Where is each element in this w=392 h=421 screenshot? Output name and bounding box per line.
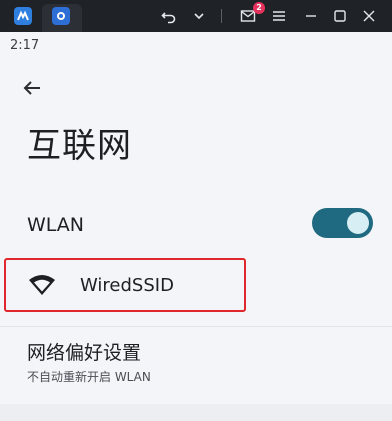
wifi-icon (28, 274, 56, 296)
network-name: WiredSSID (80, 275, 174, 296)
wlan-toggle-row[interactable]: WLAN (0, 198, 392, 254)
toggle-knob (347, 212, 369, 234)
minimize-icon[interactable] (300, 5, 322, 27)
network-preferences-subtitle: 不自动重新开启 WLAN (27, 370, 151, 384)
menu-icon[interactable] (268, 5, 290, 27)
titlebar-separator (221, 9, 222, 23)
network-item[interactable]: WiredSSID (4, 258, 246, 312)
chevron-down-icon[interactable] (188, 5, 210, 27)
maximize-icon[interactable] (329, 5, 351, 27)
android-screen: 2:17 互联网 WLAN WiredSSID 网络偏好设置 不自动重新开启 W… (0, 32, 392, 421)
settings-icon[interactable] (52, 7, 70, 25)
wlan-toggle[interactable] (312, 208, 373, 238)
close-icon[interactable] (358, 5, 380, 27)
app-logo-icon[interactable] (14, 7, 32, 25)
notification-badge: 2 (253, 2, 265, 14)
status-time: 2:17 (10, 38, 40, 53)
undo-icon[interactable] (158, 5, 180, 27)
bottom-strip (0, 404, 392, 421)
divider (0, 326, 392, 327)
page-title: 互联网 (27, 126, 132, 166)
window-titlebar: 2 (0, 0, 392, 32)
network-preferences-title[interactable]: 网络偏好设置 (27, 338, 141, 365)
wlan-label: WLAN (27, 214, 85, 236)
back-arrow-icon[interactable] (20, 76, 44, 100)
